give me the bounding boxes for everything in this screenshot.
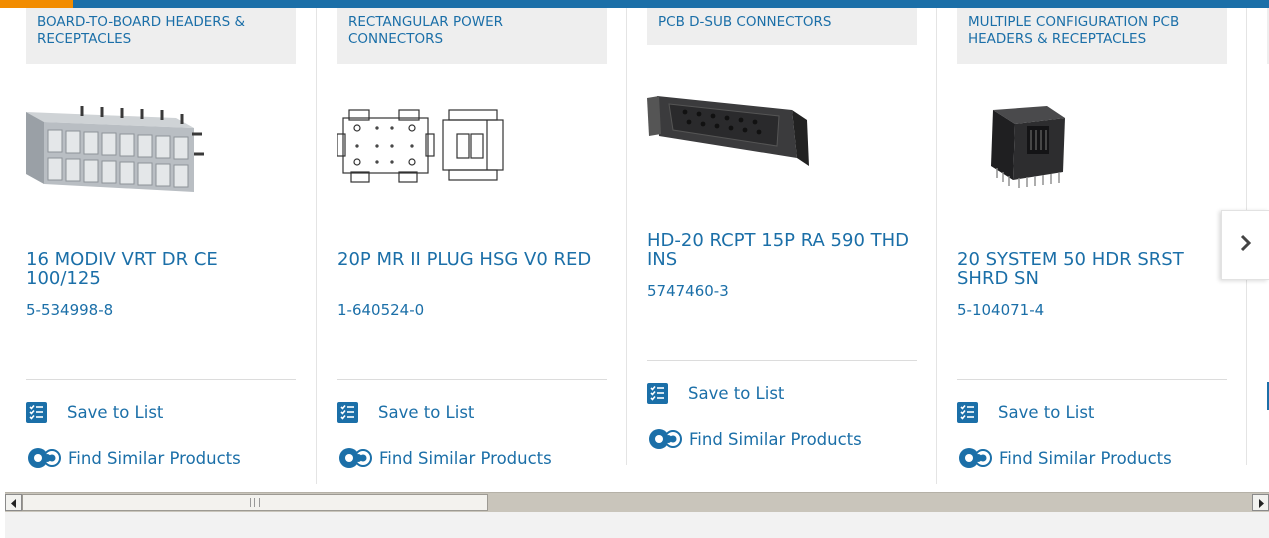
save-to-list-button[interactable]: Save to List [26,402,163,423]
gears-icon [26,446,66,470]
card-divider [936,8,937,484]
scroll-left-button[interactable] [5,494,22,511]
bottom-panel [5,512,1269,538]
part-number-link[interactable]: 5-534998-8 [26,301,113,319]
part-number-link[interactable]: 5-104071-4 [957,301,1044,319]
arrow-left-icon [10,493,18,512]
product-category[interactable]: MULTIPLE CONFIGURATION PCB HEADERS & REC… [957,8,1227,64]
product-title-link[interactable]: HD-20 RCPT 15P RA 590 THD INS [647,231,917,269]
scroll-right-button[interactable] [1252,494,1269,511]
product-title-link[interactable]: 20 SYSTEM 50 HDR SRST SHRD SN [957,250,1227,288]
product-carousel: BOARD-TO-BOARD HEADERS & RECEPTACLES 16 … [0,0,1269,486]
checklist-icon [647,383,668,404]
save-to-list-label: Save to List [998,403,1095,422]
save-to-list-label: Save to List [67,403,164,422]
arrow-right-icon [1257,493,1265,512]
save-to-list-label: Save to List [378,403,475,422]
chevron-right-icon [1239,233,1253,257]
product-category[interactable]: BOARD-TO-BOARD HEADERS & RECEPTACLES [26,8,296,64]
shrouded-header-image[interactable] [957,88,1227,198]
gears-icon [957,446,997,470]
dsub-connector-image[interactable] [647,76,917,186]
product-category[interactable]: RECTANGULAR POWER CONNECTORS [337,8,607,64]
save-to-list-button[interactable]: Save to List [647,383,784,404]
find-similar-button[interactable]: Find Similar Products [957,446,1172,470]
header-receptacle-image[interactable] [26,88,296,198]
product-title-link[interactable]: 16 MODIV VRT DR CE 100/125 [26,250,296,288]
find-similar-button[interactable]: Find Similar Products [647,427,862,451]
checklist-icon [337,402,358,423]
product-card: RECTANGULAR POWER CONNECTORS 20P MR II P… [336,8,607,478]
horizontal-scrollbar[interactable] [5,492,1269,512]
grip-icon [250,498,260,507]
find-similar-label: Find Similar Products [379,448,552,468]
find-similar-label: Find Similar Products [68,448,241,468]
product-card: BOARD-TO-BOARD HEADERS & RECEPTACLES 16 … [26,8,296,478]
product-card: MULTIPLE CONFIGURATION PCB HEADERS & REC… [957,8,1227,478]
scrollbar-thumb[interactable] [22,494,488,511]
product-category[interactable]: PCB D-SUB CONNECTORS [647,8,917,45]
checklist-icon [957,402,978,423]
power-connector-drawing-image[interactable] [336,88,607,198]
save-to-list-label: Save to List [688,384,785,403]
card-separator [26,379,296,380]
card-separator [957,379,1227,380]
find-similar-label: Find Similar Products [999,448,1172,468]
save-to-list-button[interactable]: Save to List [957,402,1094,423]
gears-icon [647,427,687,451]
part-number-link[interactable]: 1-640524-0 [337,301,424,319]
card-divider [626,8,627,465]
find-similar-button[interactable]: Find Similar Products [26,446,241,470]
find-similar-button[interactable]: Find Similar Products [337,446,552,470]
part-number-link[interactable]: 5747460-3 [647,282,729,300]
gears-icon [337,446,377,470]
checklist-icon [26,402,47,423]
carousel-next-button[interactable] [1221,210,1269,280]
save-to-list-button[interactable]: Save to List [337,402,474,423]
card-divider [316,8,317,484]
product-title-link[interactable]: 20P MR II PLUG HSG V0 RED [337,250,607,269]
find-similar-label: Find Similar Products [689,429,862,449]
card-separator [337,379,607,380]
product-card: PCB D-SUB CONNECTORS HD-20 RCPT 15P RA 5… [647,8,917,478]
card-separator [647,360,917,361]
